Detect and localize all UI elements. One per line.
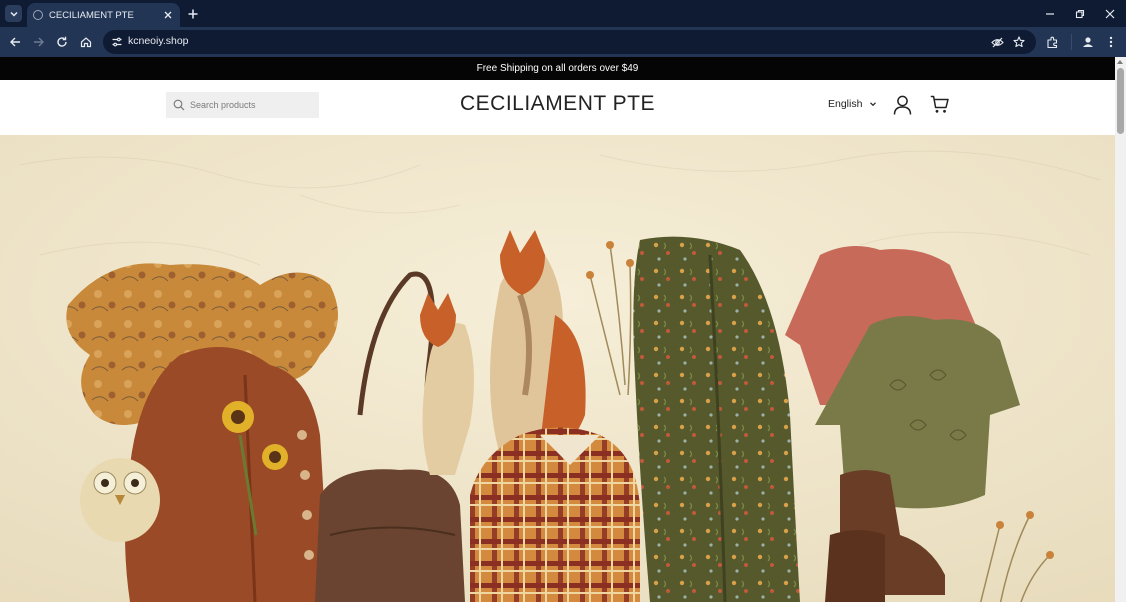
search-icon <box>173 99 185 111</box>
tab-search-icon <box>9 11 18 17</box>
back-button[interactable] <box>7 34 23 50</box>
browser-menu-button[interactable] <box>1103 34 1119 50</box>
store-logo[interactable]: CECILIAMENT PTE <box>380 92 735 116</box>
profile-button[interactable] <box>1080 34 1096 50</box>
hero-image <box>0 135 1115 602</box>
extensions-button[interactable] <box>1044 34 1060 50</box>
owl-figurine <box>80 458 160 542</box>
site-header: CECILIAMENT PTE English <box>0 80 1115 135</box>
toolbar-divider <box>1071 34 1072 50</box>
cart-icon[interactable] <box>930 95 949 114</box>
search-box[interactable] <box>166 92 319 118</box>
minimize-button[interactable] <box>1042 6 1058 22</box>
tab-search-button[interactable] <box>5 5 22 22</box>
forward-arrow-icon <box>34 37 44 47</box>
forward-button[interactable] <box>31 34 47 50</box>
search-input[interactable] <box>190 92 316 118</box>
language-label: English <box>828 98 863 110</box>
reload-button[interactable] <box>54 34 70 50</box>
browser-tab-strip: CECILIAMENT PTE <box>0 0 1126 27</box>
bookmark-button[interactable] <box>1011 34 1027 50</box>
close-window-button[interactable] <box>1102 6 1118 22</box>
browser-tab[interactable]: CECILIAMENT PTE <box>27 3 180 27</box>
plaid-shirt <box>470 427 640 602</box>
globe-icon <box>33 10 43 20</box>
back-arrow-icon <box>10 37 20 47</box>
eye-off-icon <box>990 37 1004 47</box>
scrollbar-thumb[interactable] <box>1117 68 1124 134</box>
home-icon <box>80 37 92 48</box>
tracking-protection-button[interactable] <box>989 34 1005 50</box>
url-text[interactable]: kcneoiy.shop <box>128 35 189 47</box>
close-icon <box>164 11 172 19</box>
minimize-icon <box>1046 13 1054 15</box>
star-icon <box>1013 36 1025 48</box>
reload-icon <box>57 36 67 47</box>
restore-button[interactable] <box>1072 6 1088 22</box>
plus-icon <box>188 9 198 19</box>
chevron-down-icon <box>870 102 877 107</box>
tab-title: CECILIAMENT PTE <box>49 9 134 21</box>
restore-icon <box>1075 9 1085 19</box>
page-scrollbar[interactable] <box>1115 57 1126 602</box>
scroll-up-arrow[interactable] <box>1117 60 1123 64</box>
announcement-text: Free Shipping on all orders over $49 <box>476 63 639 74</box>
hero-banner[interactable] <box>0 135 1115 602</box>
close-window-icon <box>1105 9 1115 19</box>
browser-toolbar: kcneoiy.shop <box>0 27 1126 57</box>
extensions-icon <box>1046 36 1057 48</box>
cardigan <box>125 347 330 602</box>
home-button[interactable] <box>78 34 94 50</box>
address-bar[interactable]: kcneoiy.shop <box>103 30 1036 54</box>
web-page: Free Shipping on all orders over $49 CEC… <box>0 57 1115 602</box>
leather-bag <box>315 469 465 602</box>
tab-close-button[interactable] <box>161 8 175 22</box>
new-tab-button[interactable] <box>185 6 201 22</box>
site-info-button[interactable] <box>109 34 125 50</box>
account-icon[interactable] <box>893 95 912 115</box>
kebab-menu-icon <box>1109 36 1113 48</box>
site-info-icon <box>112 37 122 47</box>
profile-icon <box>1083 37 1093 47</box>
announcement-bar: Free Shipping on all orders over $49 <box>0 57 1115 80</box>
language-selector[interactable]: English <box>828 98 877 110</box>
